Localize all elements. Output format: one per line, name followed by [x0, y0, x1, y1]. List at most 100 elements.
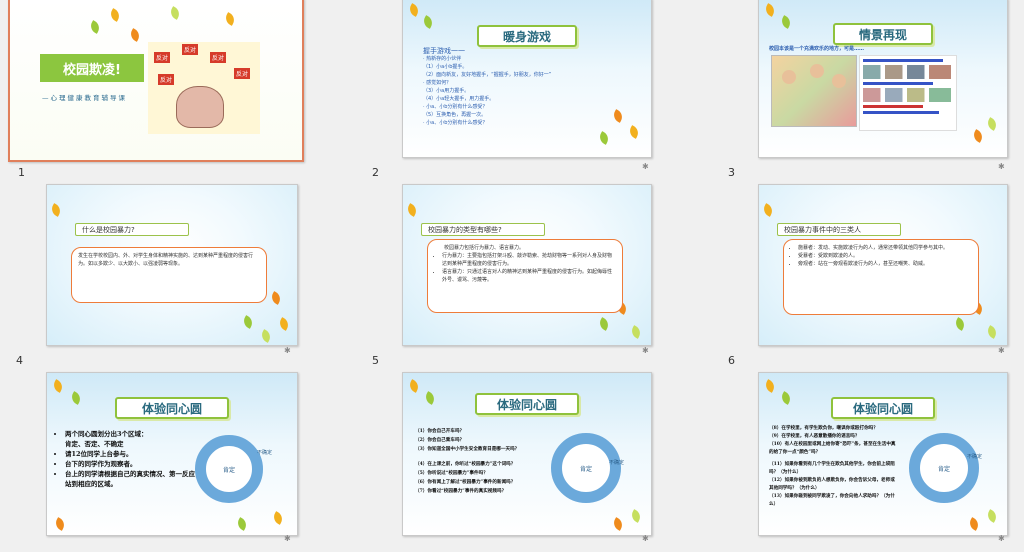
question-item: （9）在学校里，有人恶意散播你的谣言吗？ [769, 434, 860, 439]
text-line: （3）小a用力握手。 [423, 88, 470, 94]
result-link [863, 111, 939, 114]
sign-label: 反对 [234, 68, 251, 79]
result-link [863, 59, 943, 62]
slide-banner: 体验同心圆 [115, 397, 229, 419]
figure-shape [782, 70, 796, 84]
question-item: （12）如果你被到欺负的人想欺负你，你会告诉父母，老师或其他同学吗？（为什么） [769, 478, 895, 491]
ring-center-label: 肯定 [222, 466, 235, 474]
text-line: （4）小a轻大握手，用力握手。 [423, 96, 495, 102]
list-item: 台上的同学请根据自己的真实情况、第一反应，站到相应的区域。 [65, 469, 205, 489]
text-line: · 小a、小b分别有什么感受？ [423, 104, 488, 110]
concentric-circle: 肯定 [195, 435, 263, 503]
content-box: 施暴者：发动、实施欺凌行为的人，通常还带领其他同学参与其中。 受暴者：受欺到欺凌… [783, 239, 979, 315]
question-item: （11）如果你看到有几个学生在欺负其他学生，你会前上袋阻吗？（为什么） [769, 462, 895, 475]
list-item: 两个同心圆划分出3个区域： [65, 429, 205, 439]
slide-thumb-8[interactable]: 体验同心圆 （1）你会自己开车吗？ （2）你会自己乘车吗？ （3）你知道全国中小… [364, 372, 704, 552]
slide-body: 握手游戏一一 · 热新存的小伙伴 （1）小a小b握手。 （2）面向新友，友好地握… [423, 47, 623, 127]
sign-label: 反对 [154, 52, 171, 63]
slide-number: 2 [372, 166, 379, 179]
slide-banner: 体验同心圆 [831, 397, 935, 419]
figure-shape [832, 74, 846, 88]
question-item: （4）在上课之前，你听过“校园暴力”这个词吗？ [415, 462, 516, 467]
sign-label: 反对 [210, 52, 227, 63]
text-line: · 热新存的小伙伴 [423, 56, 462, 62]
fist-icon [176, 86, 224, 128]
slide-thumb-2[interactable]: 暖身游戏 握手游戏一一 · 热新存的小伙伴 （1）小a小b握手。 （2）面向新友… [364, 0, 704, 180]
slide-number: 4 [16, 354, 23, 367]
text-line: · 小a、小b分别有什么感受？ [423, 120, 488, 126]
question-item: （3）你知道全国中小学生安全教育日是哪一天吗？ [415, 447, 520, 452]
list-item: 请12位同学上台参与。 [65, 449, 205, 459]
transition-icon: ✱ [642, 162, 649, 171]
question-item: （8）在学校里，有学生欺负你，嘲讽你或殴打你吗？ [769, 426, 878, 431]
role-list: 施暴者：发动、实施欺凌行为的人，通常还带领其他同学参与其中。 受暴者：受欺到欺凌… [790, 244, 972, 268]
slide-3-frame[interactable]: 情景再现 校园本该是一个充满欢乐的地方，可是…… [758, 0, 1008, 158]
list-item: 台下的同学作为观察者。 [65, 459, 205, 469]
question-item: （2）你会自己乘车吗？ [415, 438, 465, 443]
result-link [863, 82, 933, 85]
list-item: 施暴者：发动、实施欺凌行为的人，通常还带领其他同学参与其中。 [798, 244, 972, 252]
title-box: 校园欺凌! [40, 54, 144, 82]
slide-number: 1 [18, 166, 25, 179]
slide-thumb-3[interactable]: 情景再现 校园本该是一个充满欢乐的地方，可是…… 3 ✱ [720, 0, 1024, 180]
slide-banner: 体验同心圆 [475, 393, 579, 415]
transition-icon: ✱ [642, 346, 649, 355]
slide-7-frame[interactable]: 体验同心圆 两个同心圆划分出3个区域： 肯定、否定、不确定 请12位同学上台参与… [46, 372, 298, 536]
rules-list: 两个同心圆划分出3个区域： 肯定、否定、不确定 请12位同学上台参与。 台下的同… [55, 429, 205, 489]
list-item: 肯定、否定、不确定 [65, 440, 124, 448]
concentric-circle: 肯定 [551, 433, 621, 503]
ring-center-label: 肯定 [937, 465, 950, 473]
list-item: 行为暴力：主要指包括打架斗殴、敲诈勒索、抢劫财物等一系列对人身及财物达到某种严重… [442, 252, 616, 268]
question-item: （5）你听说过“校园暴力”事件吗？ [415, 471, 488, 476]
figure-shape [810, 64, 824, 78]
slide-number: 6 [728, 354, 735, 367]
slide-number: 3 [728, 166, 735, 179]
text-line: （1）小a小b握手。 [423, 64, 468, 70]
slide-thumb-6[interactable]: 校园暴力事件中的三类人 施暴者：发动、实施欺凌行为的人，通常还带领其他同学参与其… [720, 184, 1024, 367]
slide-tag: 校园暴力事件中的三类人 [777, 223, 901, 236]
transition-icon: ✱ [998, 346, 1005, 355]
ring-side-label: 不确定 [257, 450, 273, 456]
question-item: （1）你会自己开车吗？ [415, 429, 465, 434]
ring-side-label: 不确定 [609, 460, 625, 466]
list-item: 受暴者：受欺到欺凌的人。 [798, 252, 972, 260]
content-box: 校园暴力包括行为暴力、语言暴力。 行为暴力：主要指包括打架斗殴、敲诈勒索、抢劫财… [427, 239, 623, 313]
list-item: 语言暴力：只通过语言对人的精神达到某种严重程度的侵害行为。如起侮辱性外号、谩骂、… [442, 268, 616, 284]
slide-6-frame[interactable]: 校园暴力事件中的三类人 施暴者：发动、实施欺凌行为的人，通常还带领其他同学参与其… [758, 184, 1008, 346]
ring-side-label: 不确定 [967, 454, 983, 460]
question-list: （1）你会自己开车吗？ （2）你会自己乘车吗？ （3）你知道全国中小学生安全教育… [415, 427, 563, 496]
ring-center-label: 肯定 [579, 465, 592, 473]
text-line: （5）互换角色，再握一次。 [423, 112, 487, 118]
result-link [863, 105, 923, 108]
transition-icon: ✱ [284, 346, 291, 355]
slide-thumb-5[interactable]: 校园暴力的类型有哪些? 校园暴力包括行为暴力、语言暴力。 行为暴力：主要指包括打… [364, 184, 704, 367]
question-item: （10）有人在校园里或网上给你寄“恐吓”条，甚至在生活中真的给了你一点“颜色”吗… [769, 442, 896, 455]
transition-icon: ✱ [998, 162, 1005, 171]
type-list: 行为暴力：主要指包括打架斗殴、敲诈勒索、抢劫财物等一系列对人身及财物达到某种严重… [434, 252, 616, 284]
slide-tag: 校园暴力的类型有哪些? [421, 223, 545, 236]
slide-4-frame[interactable]: 什么是校园暴力? 发生在学校校园内、外、对学生身体和精神实施的、达到某种严重程度… [46, 184, 298, 346]
slide-2-frame[interactable]: 暖身游戏 握手游戏一一 · 热新存的小伙伴 （1）小a小b握手。 （2）面向新友… [402, 0, 652, 158]
result-thumb [863, 65, 951, 79]
text-line: · 感觉如何？ [423, 80, 452, 86]
web-search-results [859, 55, 957, 131]
bullying-photo [771, 55, 857, 127]
slide-thumb-4[interactable]: 什么是校园暴力? 发生在学校校园内、外、对学生身体和精神实施的、达到某种严重程度… [8, 184, 348, 367]
slide-thumb-9[interactable]: 体验同心圆 （8）在学校里，有学生欺负你，嘲讽你或殴打你吗？ （9）在学校里，有… [720, 372, 1024, 552]
result-thumb [863, 88, 951, 102]
sign-label: 反对 [158, 74, 175, 85]
slide-5-frame[interactable]: 校园暴力的类型有哪些? 校园暴力包括行为暴力、语言暴力。 行为暴力：主要指包括打… [402, 184, 652, 346]
slide-thumb-1[interactable]: 校园欺凌! —心理健康教育辅导课 反对 反对 反对 反对 反对 1 [8, 0, 348, 180]
slide-thumb-7[interactable]: 体验同心圆 两个同心圆划分出3个区域： 肯定、否定、不确定 请12位同学上台参与… [8, 372, 348, 552]
slide-9-frame[interactable]: 体验同心圆 （8）在学校里，有学生欺负你，嘲讽你或殴打你吗？ （9）在学校里，有… [758, 372, 1008, 536]
slide-8-frame[interactable]: 体验同心圆 （1）你会自己开车吗？ （2）你会自己乘车吗？ （3）你知道全国中小… [402, 372, 652, 536]
slide-banner: 暖身游戏 [477, 25, 577, 47]
definition-text: 发生在学校校园内、外、对学生身体和精神实施的、达到某种严重程度的侵害行为。如以多… [78, 253, 254, 267]
question-list: （8）在学校里，有学生欺负你，嘲讽你或殴打你吗？ （9）在学校里，有人恶意散播你… [769, 425, 897, 509]
slide-banner: 情景再现 [833, 23, 933, 45]
concentric-circle: 肯定 [909, 433, 979, 503]
slide-title: 校园欺凌! [63, 62, 121, 78]
slide-1-frame[interactable]: 校园欺凌! —心理健康教育辅导课 反对 反对 反对 反对 反对 [8, 0, 304, 162]
sign-label: 反对 [182, 44, 199, 55]
text-line: 握手游戏一一 [423, 47, 465, 55]
